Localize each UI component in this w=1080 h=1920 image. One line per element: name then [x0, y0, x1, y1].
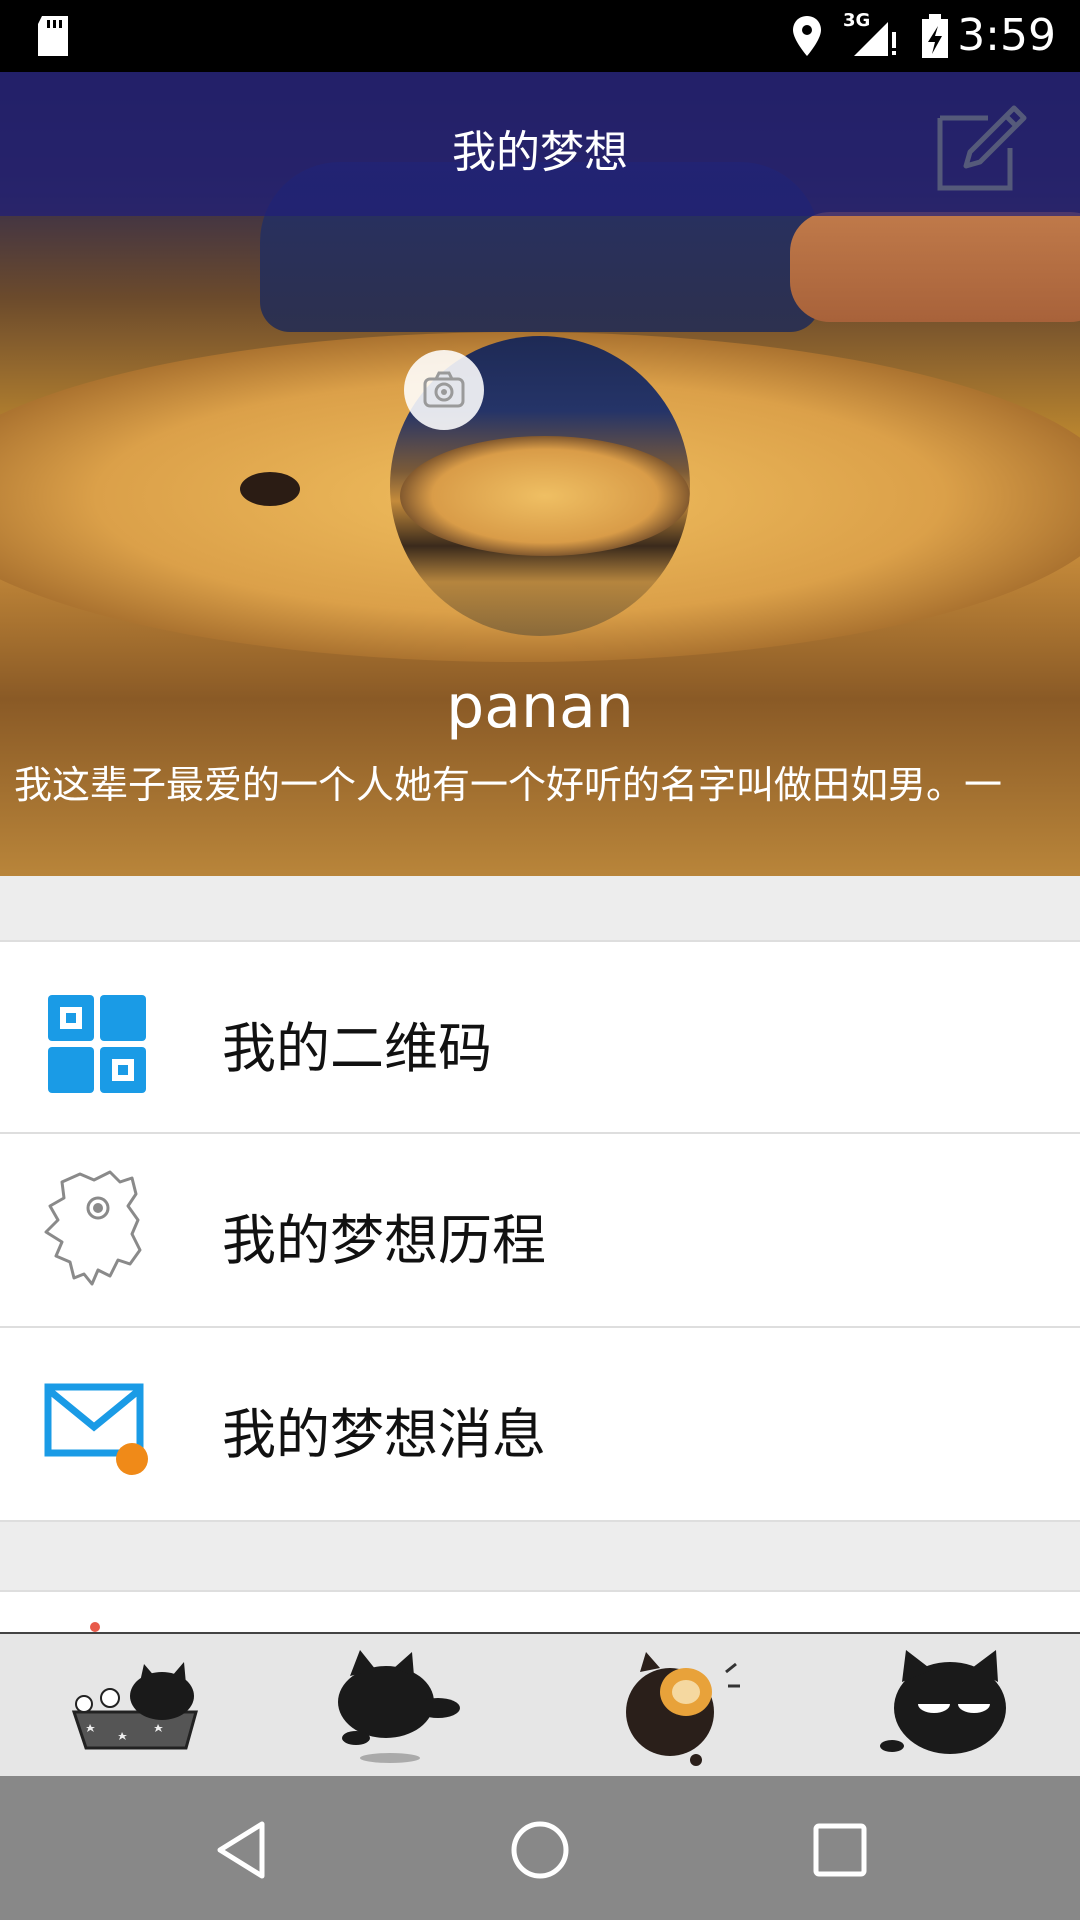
home-icon[interactable] [508, 1818, 572, 1882]
user-bio: 我这辈子最爱的一个人她有一个好听的名字叫做田如男。一 [14, 763, 1003, 807]
menu-item-dream-messages[interactable]: 我的梦想消息 [0, 1328, 1080, 1522]
change-avatar-button[interactable] [404, 350, 484, 430]
menu-item-label: 我的梦想历程 [222, 1209, 546, 1272]
cat-eat-icon [626, 1652, 740, 1766]
tab-3[interactable] [600, 1642, 750, 1772]
page-title: 我的梦想 [452, 127, 628, 178]
back-icon[interactable] [210, 1818, 274, 1882]
cat-grumpy-icon [880, 1650, 1006, 1754]
cat-bath-icon [71, 1662, 198, 1750]
cat-jump-icon [338, 1650, 460, 1763]
username: panan [446, 672, 634, 742]
menu-item-partial[interactable] [0, 1590, 1080, 1634]
title-bar: 我的梦想 [0, 72, 1080, 216]
battery-charging-icon [922, 14, 948, 58]
bottom-tab-bar [0, 1632, 1080, 1778]
status-bar: 3G 3:59 [0, 0, 1080, 72]
notification-dot [90, 1622, 100, 1632]
mail-icon [44, 1383, 148, 1475]
profile-header: 我的梦想 panan 我这辈子最爱的一个人她有一个好听的名字叫做田如男。一 [0, 72, 1080, 876]
signal-icon [854, 22, 896, 56]
menu-item-label: 我的二维码 [222, 1017, 492, 1080]
sd-card-icon [38, 16, 68, 56]
qr-code-icon [48, 995, 146, 1093]
menu-item-label: 我的梦想消息 [222, 1403, 546, 1466]
system-nav-bar [0, 1776, 1080, 1920]
menu-item-dream-history[interactable]: 我的梦想历程 [0, 1134, 1080, 1328]
tab-1[interactable] [60, 1642, 210, 1772]
edit-icon[interactable] [930, 96, 1030, 196]
location-icon [793, 16, 821, 56]
recents-icon[interactable] [808, 1818, 872, 1882]
menu-item-qr-code[interactable]: 我的二维码 [0, 940, 1080, 1134]
tab-4[interactable] [870, 1642, 1020, 1772]
camera-icon [423, 371, 465, 408]
map-icon [44, 1170, 142, 1286]
clock: 3:59 [957, 10, 1056, 61]
tab-2[interactable] [320, 1642, 470, 1772]
profile-menu: 我的二维码 我的梦想历程 我的梦想消息 [0, 940, 1080, 1522]
